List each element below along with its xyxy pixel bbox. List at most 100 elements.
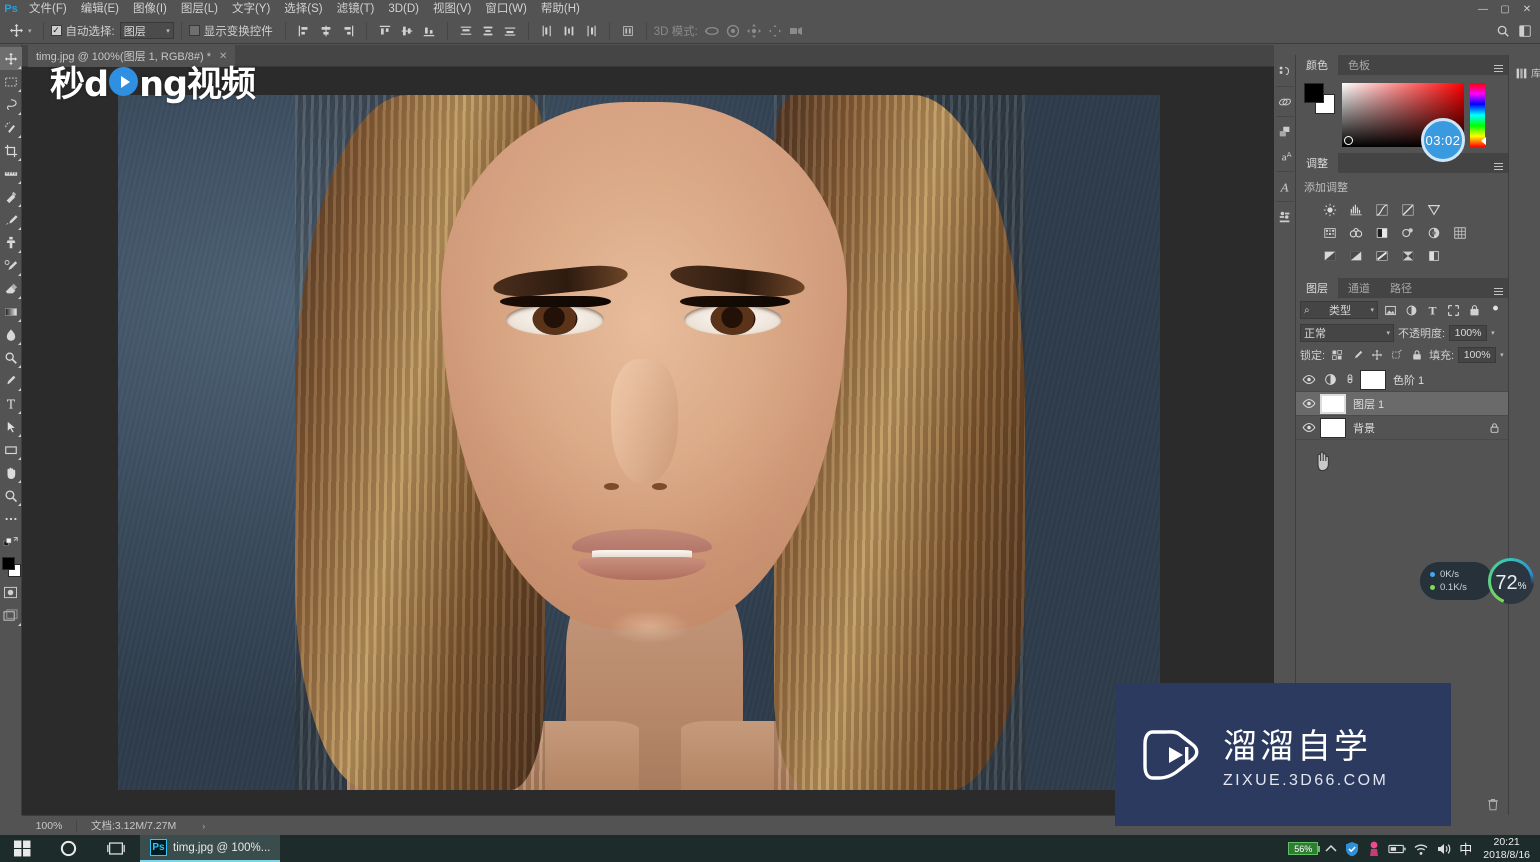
- pan-3d-icon[interactable]: [744, 20, 765, 41]
- layer-mask-thumbnail[interactable]: [1360, 369, 1386, 390]
- canvas-area[interactable]: [22, 67, 1274, 815]
- panel-menu-icon[interactable]: [1491, 156, 1505, 170]
- distribute-left-edges-icon[interactable]: [536, 20, 558, 42]
- eraser-tool[interactable]: [0, 277, 22, 300]
- quick-mask-toggle[interactable]: [0, 581, 22, 604]
- filter-toggle-icon[interactable]: [1486, 301, 1504, 319]
- character-styles-panel-icon[interactable]: aA: [1274, 144, 1296, 169]
- tab-paths[interactable]: 路径: [1380, 278, 1422, 298]
- layer-row-layer1[interactable]: 图层 1: [1296, 392, 1508, 416]
- layer-row-levels[interactable]: 色阶 1: [1296, 368, 1508, 392]
- screen-mode-toggle[interactable]: [0, 604, 22, 627]
- color-lookup-icon[interactable]: [1450, 224, 1470, 241]
- opacity-chevron-icon[interactable]: ▾: [1491, 329, 1495, 337]
- fill-chevron-icon[interactable]: ▾: [1500, 351, 1504, 359]
- prevent-nesting-icon[interactable]: [1389, 347, 1405, 363]
- show-hidden-icons-chevron-icon[interactable]: [1325, 844, 1337, 854]
- fill-value[interactable]: 100%: [1458, 347, 1497, 363]
- type-tool[interactable]: T: [0, 392, 22, 415]
- layer-name[interactable]: 色阶 1: [1393, 372, 1424, 388]
- vibrance-icon[interactable]: [1424, 201, 1444, 218]
- tab-color[interactable]: 颜色: [1296, 55, 1338, 75]
- lasso-tool[interactable]: [0, 93, 22, 116]
- menu-window[interactable]: 窗口(W): [478, 0, 534, 18]
- align-distribute-options-icon[interactable]: [617, 20, 639, 42]
- taskbar-photoshop-app[interactable]: Ps timg.jpg @ 100%...: [140, 835, 281, 862]
- menu-filter[interactable]: 滤镜(T): [330, 0, 382, 18]
- brush-tool[interactable]: [0, 208, 22, 231]
- opacity-value[interactable]: 100%: [1449, 325, 1488, 341]
- gradient-map-icon[interactable]: [1398, 247, 1418, 264]
- distribute-bottom-edges-icon[interactable]: [499, 20, 521, 42]
- hue-saturation-icon[interactable]: [1320, 224, 1340, 241]
- distribute-horizontal-centers-icon[interactable]: [558, 20, 580, 42]
- delete-layer-icon[interactable]: [1484, 795, 1502, 813]
- notification-app-icon[interactable]: [1367, 841, 1381, 857]
- lock-image-pixels-icon[interactable]: [1349, 347, 1365, 363]
- layer-row-background[interactable]: 背景: [1296, 416, 1508, 440]
- lock-position-icon[interactable]: [1369, 347, 1385, 363]
- layer-visibility-toggle[interactable]: [1298, 422, 1320, 433]
- tab-layers[interactable]: 图层: [1296, 278, 1338, 298]
- layer-thumbnail[interactable]: [1320, 417, 1346, 438]
- move-tool[interactable]: [0, 47, 22, 70]
- wifi-icon[interactable]: [1413, 842, 1429, 856]
- tool-preset-chevron-icon[interactable]: ▾: [28, 27, 32, 35]
- lock-transparent-pixels-icon[interactable]: [1329, 347, 1345, 363]
- status-bar-chevron-icon[interactable]: ›: [176, 821, 205, 831]
- slide-3d-icon[interactable]: [765, 20, 786, 41]
- layer-mask-link-icon[interactable]: [1340, 373, 1360, 386]
- menu-file[interactable]: 文件(F): [22, 0, 74, 18]
- threshold-icon[interactable]: [1372, 247, 1392, 264]
- channel-mixer-icon[interactable]: [1424, 224, 1444, 241]
- align-top-edges-icon[interactable]: [374, 20, 396, 42]
- gradient-tool[interactable]: [0, 300, 22, 323]
- layer-visibility-toggle[interactable]: [1298, 374, 1320, 385]
- curves-icon[interactable]: [1372, 201, 1392, 218]
- layer-comps-panel-icon[interactable]: [1274, 119, 1296, 144]
- actions-panel-icon[interactable]: [1274, 89, 1296, 114]
- history-panel-icon[interactable]: [1274, 59, 1296, 84]
- filter-shape-layers-icon[interactable]: [1444, 301, 1462, 319]
- tab-swatches[interactable]: 色板: [1338, 55, 1380, 75]
- tab-channels[interactable]: 通道: [1338, 278, 1380, 298]
- align-bottom-edges-icon[interactable]: [418, 20, 440, 42]
- filter-pixel-layers-icon[interactable]: [1381, 301, 1399, 319]
- rectangle-shape-tool[interactable]: [0, 438, 22, 461]
- crop-tool[interactable]: [0, 139, 22, 162]
- more-tools-button[interactable]: [0, 507, 22, 530]
- filter-smart-objects-icon[interactable]: [1465, 301, 1483, 319]
- foreground-color-swatch[interactable]: [1, 557, 15, 570]
- zoom-level[interactable]: 100%: [22, 820, 76, 832]
- battery-icon[interactable]: [1388, 843, 1406, 855]
- align-right-edges-icon[interactable]: [337, 20, 359, 42]
- blur-tool[interactable]: [0, 323, 22, 346]
- scale-3d-icon[interactable]: [786, 20, 807, 41]
- layer-name[interactable]: 背景: [1353, 420, 1375, 436]
- pen-tool[interactable]: [0, 369, 22, 392]
- clone-stamp-tool[interactable]: [0, 231, 22, 254]
- filter-type-layers-icon[interactable]: T: [1423, 301, 1441, 319]
- properties-panel-icon[interactable]: [1274, 204, 1296, 229]
- default-colors-swap-icon[interactable]: [0, 530, 22, 553]
- selective-color-icon[interactable]: [1424, 247, 1444, 264]
- auto-select-checkbox[interactable]: ✓: [50, 25, 62, 36]
- blend-mode-dropdown[interactable]: 正常 ▾: [1300, 324, 1394, 342]
- lock-all-icon[interactable]: [1409, 347, 1425, 363]
- rectangular-marquee-tool[interactable]: [0, 70, 22, 93]
- filter-adjustment-layers-icon[interactable]: [1402, 301, 1420, 319]
- menu-view[interactable]: 视图(V): [426, 0, 478, 18]
- menu-image[interactable]: 图像(I): [126, 0, 174, 18]
- distribute-top-edges-icon[interactable]: [455, 20, 477, 42]
- task-view-icon[interactable]: [92, 835, 140, 862]
- menu-select[interactable]: 选择(S): [277, 0, 329, 18]
- dodge-tool[interactable]: [0, 346, 22, 369]
- invert-icon[interactable]: [1320, 247, 1340, 264]
- document-image[interactable]: [118, 95, 1160, 790]
- brightness-contrast-icon[interactable]: [1320, 201, 1340, 218]
- panel-menu-icon[interactable]: [1491, 281, 1505, 295]
- layer-thumbnail[interactable]: [1320, 393, 1346, 414]
- maximize-button[interactable]: ▢: [1494, 0, 1516, 18]
- hue-slider[interactable]: [1470, 83, 1486, 147]
- show-transform-checkbox[interactable]: [188, 25, 200, 36]
